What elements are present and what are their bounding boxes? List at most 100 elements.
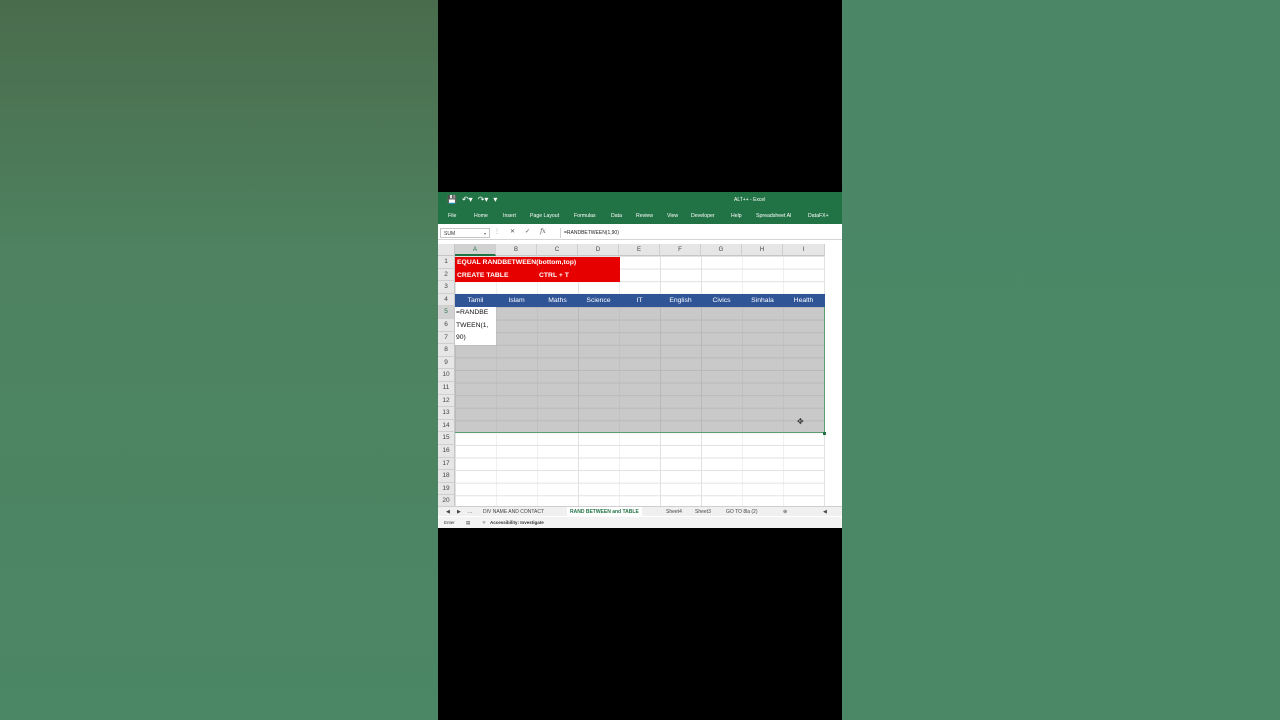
video-background-left bbox=[0, 0, 438, 720]
title-bar: 💾 ↶▾ ↷▾ ▾ ALT++ - Excel bbox=[438, 192, 842, 208]
video-frame: 💾 ↶▾ ↷▾ ▾ ALT++ - Excel File Home Insert… bbox=[438, 0, 842, 720]
chevron-down-icon: ▾ bbox=[483, 231, 486, 236]
mouse-cursor-icon: ✥ bbox=[797, 417, 804, 426]
accessibility-status[interactable]: Accessibility: Investigate bbox=[490, 520, 544, 525]
row-header[interactable]: 6 bbox=[438, 319, 455, 332]
horizontal-scroll-left-icon[interactable]: ◀ bbox=[823, 509, 827, 515]
table-header[interactable]: Sinhala bbox=[742, 297, 783, 304]
table-header[interactable]: Maths bbox=[537, 297, 578, 304]
table-header[interactable]: Civics bbox=[701, 297, 742, 304]
column-header-h[interactable]: H bbox=[742, 244, 783, 256]
formula-bar-divider bbox=[560, 228, 561, 238]
formula-input[interactable]: =RANDBETWEEN(1,90) bbox=[564, 230, 619, 236]
sheet-tab[interactable]: Sheet4 bbox=[666, 509, 682, 515]
row-header[interactable]: 11 bbox=[438, 382, 455, 395]
name-box-value: SUM bbox=[444, 231, 456, 237]
sheet-tab[interactable]: GO TO 8la (2) bbox=[726, 509, 758, 515]
row-header[interactable]: 13 bbox=[438, 407, 455, 420]
more-sheets-button[interactable]: ... bbox=[468, 509, 472, 515]
more-icon: ⋮ bbox=[494, 229, 500, 235]
tab-datafx[interactable]: DataFX+ bbox=[808, 213, 829, 219]
selected-range[interactable] bbox=[455, 307, 825, 433]
fill-handle[interactable] bbox=[823, 432, 826, 435]
tab-home[interactable]: Home bbox=[474, 213, 488, 219]
table-header[interactable]: Tamil bbox=[455, 297, 496, 304]
row-header[interactable]: 3 bbox=[438, 281, 455, 294]
row-header[interactable]: 17 bbox=[438, 457, 455, 471]
row-header[interactable]: 18 bbox=[438, 470, 455, 483]
name-box[interactable]: SUM ▾ bbox=[440, 228, 490, 238]
row-header[interactable]: 19 bbox=[438, 482, 455, 496]
tab-view[interactable]: View bbox=[667, 213, 678, 219]
active-cell-line: 90) bbox=[456, 334, 466, 342]
worksheet-grid: A B C D E F G H I 1 2 3 4 5 6 7 8 9 10 1… bbox=[438, 244, 842, 508]
row-header[interactable]: 5 bbox=[438, 306, 455, 319]
status-mode: Enter bbox=[444, 520, 455, 525]
tab-help[interactable]: Help bbox=[731, 213, 742, 219]
save-icon[interactable]: 💾 bbox=[447, 195, 457, 204]
note-shortcut: CTRL + T bbox=[539, 272, 569, 279]
insert-function-icon[interactable]: fx bbox=[540, 228, 546, 235]
column-header-b[interactable]: B bbox=[496, 244, 537, 256]
row-header[interactable]: 8 bbox=[438, 344, 455, 357]
table-header[interactable]: Health bbox=[783, 297, 824, 304]
table-header[interactable]: IT bbox=[619, 297, 660, 304]
active-cell-editor[interactable]: =RANDBE TWEEN(1, 90) bbox=[455, 307, 496, 345]
tab-review[interactable]: Review bbox=[636, 213, 653, 219]
formula-bar-buttons: ⋮ ✕ ✓ fx bbox=[494, 228, 546, 235]
add-sheet-icon[interactable]: ⊕ bbox=[783, 509, 787, 515]
row-header[interactable]: 4 bbox=[438, 293, 455, 307]
excel-window: 💾 ↶▾ ↷▾ ▾ ALT++ - Excel File Home Insert… bbox=[438, 192, 842, 528]
row-header[interactable]: 2 bbox=[438, 268, 455, 282]
macro-recorder-icon[interactable]: ▤ bbox=[466, 520, 470, 526]
select-all-button[interactable] bbox=[438, 244, 455, 256]
tab-page-layout[interactable]: Page Layout bbox=[530, 213, 559, 219]
sheet-tab[interactable]: DIV NAME AND CONTACT bbox=[483, 509, 544, 515]
row-header[interactable]: 15 bbox=[438, 432, 455, 445]
row-header[interactable]: 7 bbox=[438, 331, 455, 345]
table-header[interactable]: Islam bbox=[496, 297, 537, 304]
row-header[interactable]: 14 bbox=[438, 419, 455, 433]
tab-developer[interactable]: Developer bbox=[691, 213, 715, 219]
tab-file[interactable]: File bbox=[448, 213, 456, 219]
scroll-right-icon[interactable]: ▶ bbox=[457, 509, 461, 515]
tab-insert[interactable]: Insert bbox=[503, 213, 516, 219]
column-header-f[interactable]: F bbox=[660, 244, 701, 256]
note-randbetween: EQUAL RANDBETWEEN(bottom,top) bbox=[457, 259, 577, 266]
active-cell-line: =RANDBE bbox=[456, 309, 489, 316]
row-header[interactable]: 16 bbox=[438, 445, 455, 458]
active-cell-line: TWEEN(1, bbox=[456, 321, 489, 329]
window-title: ALT++ - Excel bbox=[734, 197, 766, 203]
column-header-a[interactable]: A bbox=[455, 244, 496, 256]
tab-data[interactable]: Data bbox=[611, 213, 622, 219]
table-header-row: Tamil Islam Maths Science IT English Civ… bbox=[455, 294, 825, 307]
scroll-left-icon[interactable]: ◀ bbox=[446, 509, 450, 515]
row-header[interactable]: 10 bbox=[438, 369, 455, 382]
column-header-g[interactable]: G bbox=[701, 244, 742, 256]
table-header[interactable]: Science bbox=[578, 297, 619, 304]
tab-spreadsheet-ai[interactable]: Spreadsheet AI bbox=[756, 213, 791, 219]
table-header[interactable]: English bbox=[660, 297, 701, 304]
redo-icon[interactable]: ↷▾ bbox=[478, 195, 489, 204]
note-create-table: CREATE TABLE bbox=[457, 272, 509, 279]
column-header-d[interactable]: D bbox=[578, 244, 619, 256]
tab-formulas[interactable]: Formulas bbox=[574, 213, 596, 219]
status-bar: Enter ▤ ⚛ Accessibility: Investigate bbox=[438, 517, 842, 528]
column-header-e[interactable]: E bbox=[619, 244, 660, 256]
column-header-c[interactable]: C bbox=[537, 244, 578, 256]
sheet-tab[interactable]: Sheet3 bbox=[695, 509, 711, 515]
column-header-i[interactable]: I bbox=[783, 244, 825, 256]
accessibility-icon[interactable]: ⚛ bbox=[482, 520, 486, 526]
customize-qat-icon[interactable]: ▾ bbox=[493, 195, 497, 204]
undo-icon[interactable]: ↶▾ bbox=[462, 195, 473, 204]
row-header[interactable]: 9 bbox=[438, 356, 455, 370]
formula-bar: SUM ▾ ⋮ ✕ ✓ fx =RANDBETWEEN(1,90) bbox=[438, 226, 842, 240]
enter-icon[interactable]: ✓ bbox=[525, 228, 530, 235]
quick-access-toolbar: 💾 ↶▾ ↷▾ ▾ bbox=[447, 195, 497, 204]
cancel-icon[interactable]: ✕ bbox=[510, 228, 515, 235]
row-header[interactable]: 12 bbox=[438, 394, 455, 408]
sheet-tab-bar: ◀ ▶ ... DIV NAME AND CONTACT RAND BETWEE… bbox=[438, 506, 842, 518]
video-background-right bbox=[842, 0, 1280, 720]
row-header[interactable]: 1 bbox=[438, 256, 455, 269]
ribbon-tabs: File Home Insert Page Layout Formulas Da… bbox=[438, 208, 842, 224]
